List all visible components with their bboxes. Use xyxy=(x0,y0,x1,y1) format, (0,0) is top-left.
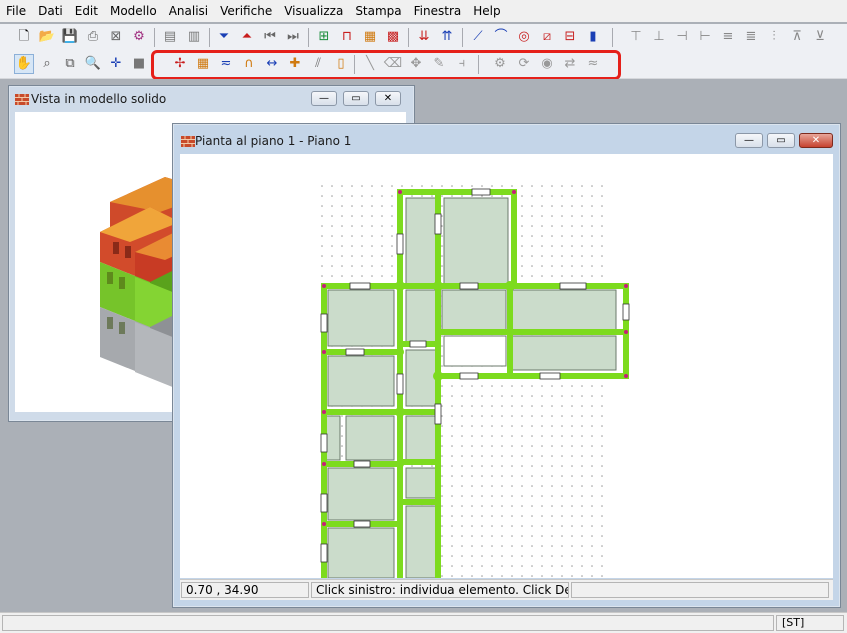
zoom-window-icon[interactable]: ⌕ xyxy=(37,54,57,74)
globe-icon[interactable]: ◎ xyxy=(514,27,534,47)
floor-plan-graphic xyxy=(315,184,630,578)
floor-up-icon[interactable]: ⏶ xyxy=(237,27,257,47)
menu-visualizza[interactable]: Visualizza xyxy=(278,0,349,22)
pin-icon[interactable]: ⊼ xyxy=(787,27,807,47)
model-view-icon[interactable]: ⊞ xyxy=(314,27,334,47)
table-view-icon[interactable]: ▦ xyxy=(360,27,380,47)
chart-curve-icon[interactable]: ⌒ xyxy=(491,27,511,47)
first-floor-icon[interactable]: ⏮ xyxy=(260,27,280,47)
brick-wall-icon xyxy=(181,136,195,147)
align-bottom-icon[interactable]: ⊥ xyxy=(649,27,669,47)
menu-stampa[interactable]: Stampa xyxy=(349,0,407,22)
distribute-h-icon[interactable]: ≡ xyxy=(718,27,738,47)
plan-minimize-button[interactable]: — xyxy=(735,133,763,148)
menu-help[interactable]: Help xyxy=(467,0,506,22)
app-status-bar: [ST] xyxy=(0,612,847,633)
save-icon[interactable]: 💾 xyxy=(60,27,80,47)
status-extra xyxy=(571,582,829,598)
structure-icon[interactable]: ⊟ xyxy=(560,27,580,47)
open-folder-icon[interactable]: 📂 xyxy=(37,27,57,47)
nodes-icon[interactable]: ⇈ xyxy=(437,27,457,47)
menu-dati[interactable]: Dati xyxy=(32,0,69,22)
toolbar-highlight-box xyxy=(151,50,621,80)
menu-modello[interactable]: Modello xyxy=(104,0,163,22)
plan-maximize-button[interactable]: ▭ xyxy=(767,133,795,148)
plan-status-bar: 0.70 , 34.90 Click sinistro: individua e… xyxy=(180,579,833,600)
tools-icon[interactable]: ⚙ xyxy=(129,27,149,47)
new-file-icon[interactable]: 🗋 xyxy=(14,27,34,47)
grid2-icon[interactable]: ▥ xyxy=(184,27,204,47)
menu-analisi[interactable]: Analisi xyxy=(163,0,214,22)
coordinates-readout: 0.70 , 34.90 xyxy=(181,582,309,598)
zoom-in-icon[interactable]: 🔍 xyxy=(83,54,103,74)
align-right-icon[interactable]: ⊢ xyxy=(695,27,715,47)
menu-file[interactable]: File xyxy=(0,0,32,22)
bar-chart-icon[interactable]: ▮ xyxy=(583,27,603,47)
plan-close-button[interactable]: ✕ xyxy=(799,133,833,148)
solid-close-button[interactable]: ✕ xyxy=(375,91,401,106)
plan-view-window[interactable]: Pianta al piano 1 - Piano 1 — ▭ ✕ 0.70 ,… xyxy=(172,123,841,608)
floor-down-icon[interactable]: ⏷ xyxy=(214,27,234,47)
frame-view-icon[interactable]: ⊓ xyxy=(337,27,357,47)
main-toolbar: 🗋 📂 💾 ⎙ ⊠ ⚙ ▤ ▥ ⏷ ⏶ ⏮ ⏭ ⊞ ⊓ ▦ ▩ ⇊ ⇈ ⟋ ⌒ … xyxy=(0,24,847,52)
align-left-icon[interactable]: ⊣ xyxy=(672,27,692,47)
expand-icon[interactable]: ⊻ xyxy=(810,27,830,47)
fill-icon[interactable]: ■ xyxy=(129,54,149,74)
print-icon[interactable]: ⎙ xyxy=(83,27,103,47)
loads-icon[interactable]: ⇊ xyxy=(414,27,434,47)
diagram-icon[interactable]: ⧄ xyxy=(537,27,557,47)
menu-edit[interactable]: Edit xyxy=(69,0,104,22)
align-top-icon[interactable]: ⊤ xyxy=(626,27,646,47)
crosshair-icon[interactable]: ✛ xyxy=(106,54,126,74)
last-floor-icon[interactable]: ⏭ xyxy=(283,27,303,47)
solid-maximize-button[interactable]: ▭ xyxy=(343,91,369,106)
app-status-main xyxy=(2,615,774,631)
plan-view-title: Pianta al piano 1 - Piano 1 xyxy=(195,134,352,148)
report-view-icon[interactable]: ▩ xyxy=(383,27,403,47)
menu-verifiche[interactable]: Verifiche xyxy=(214,0,278,22)
pan-hand-icon[interactable]: ✋ xyxy=(14,54,34,74)
print-preview-icon[interactable]: ⊠ xyxy=(106,27,126,47)
grid-icon[interactable]: ▤ xyxy=(160,27,180,47)
brick-wall-icon xyxy=(15,94,29,105)
app-status-mode: [ST] xyxy=(776,615,844,631)
menu-bar: File Dati Edit Modello Analisi Verifiche… xyxy=(0,0,847,22)
chart-line-icon[interactable]: ⟋ xyxy=(468,27,488,47)
solid-view-title: Vista in modello solido xyxy=(31,92,167,106)
zoom-extents-icon[interactable]: ⧉ xyxy=(60,54,80,74)
status-hint: Click sinistro: individua elemento. Clic… xyxy=(311,582,569,598)
menu-finestra[interactable]: Finestra xyxy=(408,0,468,22)
stack-icon[interactable]: ⫶ xyxy=(764,27,784,47)
plan-canvas[interactable] xyxy=(180,154,833,578)
solid-minimize-button[interactable]: — xyxy=(311,91,337,106)
distribute-v-icon[interactable]: ≣ xyxy=(741,27,761,47)
